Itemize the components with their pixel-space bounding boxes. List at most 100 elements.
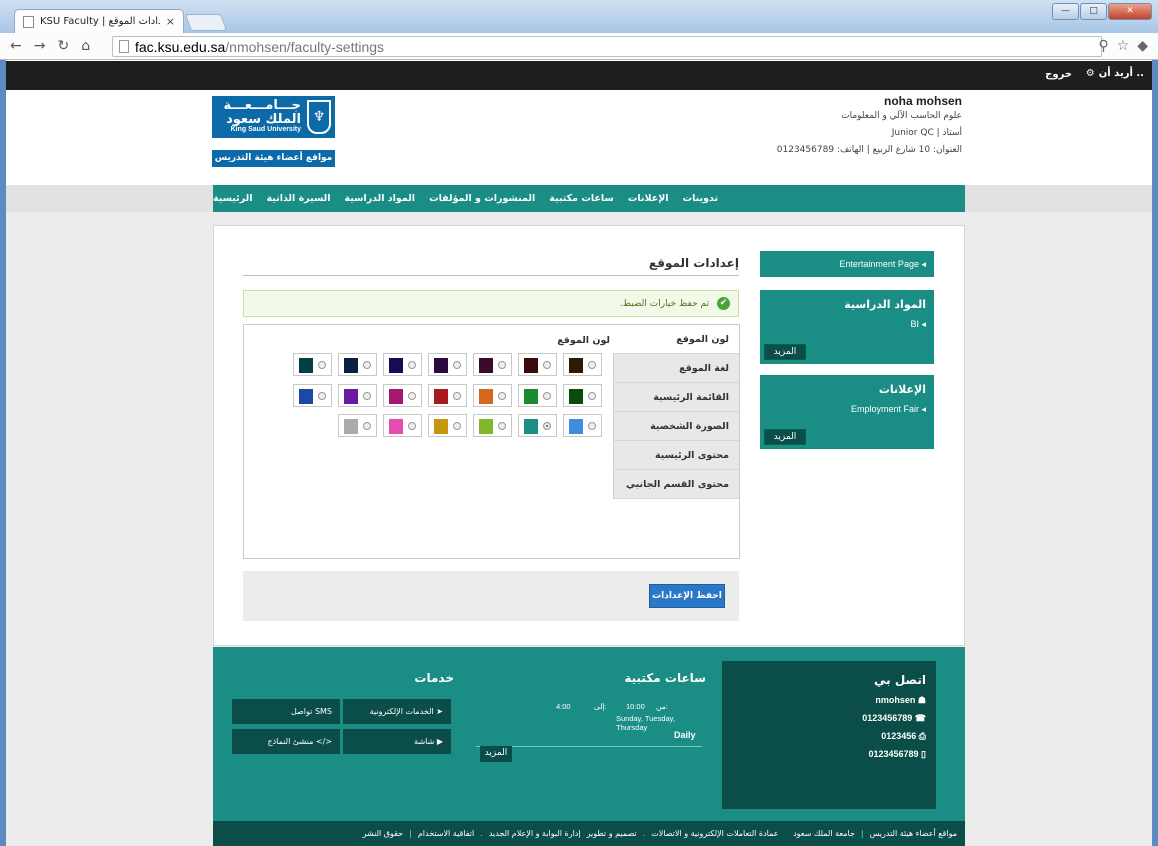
radio-button[interactable] [408,361,416,369]
logout-link[interactable]: خروج [1045,69,1072,80]
nav-home[interactable]: الرئيسية [213,193,252,204]
maximize-icon[interactable]: □ [1080,3,1107,20]
color-swatch[interactable] [518,384,557,407]
footer-link-portal[interactable]: إدارة البوابة و الإعلام الجديد [489,829,581,838]
radio-button[interactable] [453,361,461,369]
close-window-icon[interactable]: ✕ [1108,3,1152,20]
radio-button[interactable] [363,422,371,430]
radio-button[interactable] [453,422,461,430]
color-swatch[interactable] [338,353,377,376]
back-icon[interactable]: ← [10,38,22,54]
page-icon [119,40,129,53]
color-swatch[interactable] [338,414,377,437]
radio-button[interactable] [498,422,506,430]
color-swatch[interactable] [473,414,512,437]
radio-button[interactable] [408,422,416,430]
courses-more-button[interactable]: المزيد [764,344,806,360]
nav-publications[interactable]: المنشورات و المؤلفات [429,193,535,204]
color-swatch[interactable] [473,353,512,376]
announcement-item[interactable]: ◂ Employment Fair [760,400,934,419]
color-swatch[interactable] [473,384,512,407]
forward-icon[interactable]: → [34,38,46,54]
save-settings-button[interactable]: احفظ الإعدادات [649,584,725,608]
footer-link-faculty-sites[interactable]: مواقع أعضاء هيئة التدريس [870,829,957,838]
nav-blogs[interactable]: تدوينات [683,193,719,204]
entertainment-link[interactable]: ◂ Entertainment Page [760,251,934,274]
footer-link-deanship[interactable]: عمادة التعاملات الإلكترونية و الاتصالات [651,829,778,838]
sms-button[interactable]: SMS تواصل [232,699,340,724]
tab-profile-picture[interactable]: الصورة الشخصية [613,412,739,441]
color-swatch[interactable] [293,353,332,376]
color-swatch[interactable] [293,384,332,407]
color-swatch[interactable] [428,353,467,376]
contact-phone: ☎ 0123456789 [722,709,936,727]
color-swatch[interactable] [563,353,602,376]
nav-office-hours[interactable]: ساعات مكتبية [549,193,614,204]
footer-link-terms[interactable]: اتفاقية الاستخدام [418,829,474,838]
bullet-icon: ◂ [918,404,926,414]
tab-sidebar-content[interactable]: محتوى القسم الجانبي [613,470,739,499]
nav-courses[interactable]: المواد الدراسية [344,193,415,204]
radio-button[interactable] [543,361,551,369]
tab-site-color[interactable]: لون الموقع [613,325,739,354]
zoom-icon[interactable]: ⚲ [1098,38,1108,54]
footer-link-design[interactable]: تصميم و تطوير [587,829,637,838]
browser-titlebar: KSU Faculty | إعدادات الموقع × — □ ✕ [0,0,1158,33]
radio-button[interactable] [588,392,596,400]
office-more-button[interactable]: المزيد [480,746,512,762]
radio-button[interactable] [588,361,596,369]
profile-name: noha mohsen [883,94,962,108]
radio-button[interactable] [408,392,416,400]
eservices-button[interactable]: ➤ الخدمات الإلكترونية [343,699,451,724]
footer-link-ksu[interactable]: جامعة الملك سعود [793,829,855,838]
color-swatch[interactable] [563,384,602,407]
color-swatch[interactable] [518,414,557,437]
faculty-sites-label[interactable]: مواقع أعضاء هيئة التدريس [212,150,335,167]
screen-button[interactable]: ▶ شاشة [343,729,451,754]
course-item[interactable]: ◂ BI [760,315,934,334]
address-bar[interactable]: fac.ksu.edu.sa/nmohsen/faculty-settings [112,36,1102,57]
radio-button[interactable] [498,392,506,400]
color-swatch[interactable] [518,353,557,376]
nav-announcements[interactable]: الإعلانات [628,193,669,204]
radio-button[interactable] [318,361,326,369]
swatch-color [389,358,403,373]
new-tab-button[interactable] [184,14,228,31]
radio-button[interactable] [453,392,461,400]
close-icon[interactable]: × [166,15,175,28]
ksu-logo[interactable]: ♆ جـــامـــعـــة الملك سعود King Saud Un… [212,96,335,138]
profile-title: أستاذ | Junior QC [891,128,962,138]
radio-button[interactable] [363,361,371,369]
home-icon[interactable]: ⌂ [81,38,90,54]
extension-icon[interactable]: ◆ [1137,38,1148,54]
star-icon[interactable]: ☆ [1117,38,1130,54]
entertainment-box[interactable]: ◂ Entertainment Page [760,251,934,277]
color-swatch[interactable] [563,414,602,437]
tab-home-content[interactable]: محتوى الرئيسية [613,441,739,470]
radio-button[interactable] [543,392,551,400]
color-swatch[interactable] [338,384,377,407]
swatch-color [569,389,583,404]
color-swatch[interactable] [428,414,467,437]
radio-button[interactable] [588,422,596,430]
color-swatch[interactable] [428,384,467,407]
radio-button[interactable] [363,392,371,400]
color-swatch[interactable] [383,353,422,376]
radio-button[interactable] [498,361,506,369]
tab-main-menu[interactable]: القائمة الرئيسية [613,383,739,412]
announcements-more-button[interactable]: المزيد [764,429,806,445]
swatch-color [524,419,538,434]
form-builder-button[interactable]: </> منشئ النماذج [232,729,340,754]
minimize-icon[interactable]: — [1052,3,1079,20]
radio-button[interactable] [543,422,551,430]
radio-button[interactable] [318,392,326,400]
nav-cv[interactable]: السيرة الذاتية [266,193,330,204]
reload-icon[interactable]: ↻ [57,38,69,54]
footer-link-copyright[interactable]: حقوق النشر [363,829,404,838]
browser-tab[interactable]: KSU Faculty | إعدادات الموقع × [14,9,184,33]
color-swatch[interactable] [383,414,422,437]
want-menu[interactable]: ⚙ أريد أن .. [1086,68,1144,79]
color-swatch[interactable] [383,384,422,407]
tab-site-language[interactable]: لغة الموقع [613,354,739,383]
screen-label: شاشة [414,737,435,746]
